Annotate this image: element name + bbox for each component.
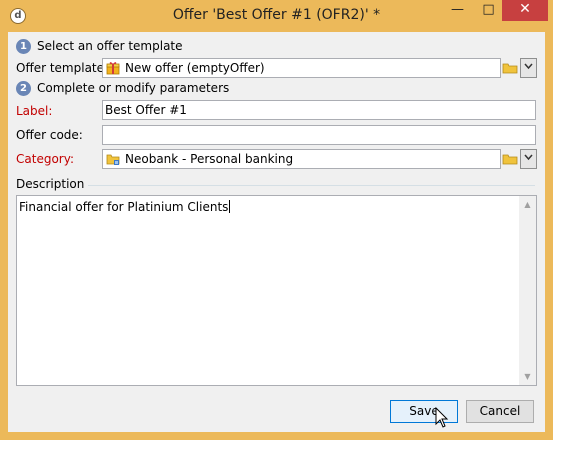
close-button[interactable]: ✕ <box>502 0 548 21</box>
label-input[interactable]: Best Offer #1 <box>102 100 536 120</box>
category-field[interactable]: Neobank - Personal banking <box>102 149 501 169</box>
offer-template-value: New offer (emptyOffer) <box>125 61 265 75</box>
description-textarea[interactable]: Financial offer for Platinium Clients ▲ … <box>16 195 537 386</box>
mouse-cursor-icon <box>435 407 449 428</box>
folder-icon[interactable] <box>501 149 519 169</box>
step-2-text: Complete or modify parameters <box>37 81 230 95</box>
offer-template-field[interactable]: New offer (emptyOffer) <box>102 58 501 78</box>
offer-template-icon <box>106 62 120 75</box>
dialog-content: 1 Select an offer template Offer templat… <box>8 32 545 432</box>
scroll-down-icon[interactable]: ▼ <box>519 368 536 385</box>
offer-code-input[interactable] <box>102 125 536 145</box>
maximize-button[interactable]: □ <box>475 0 502 21</box>
offer-code-label: Offer code: <box>16 128 83 142</box>
step-1-text: Select an offer template <box>37 39 183 53</box>
label-input-value: Best Offer #1 <box>105 103 187 117</box>
dialog-window: d Offer 'Best Offer #1 (OFR2)' * — □ ✕ 1… <box>0 0 553 440</box>
label-field-label: Label: <box>16 104 53 118</box>
chevron-down-icon <box>524 154 533 161</box>
offer-template-label: Offer template: <box>16 61 109 75</box>
description-scrollbar[interactable]: ▲ ▼ <box>519 196 536 385</box>
step-2-badge: 2 <box>16 81 31 96</box>
step-1-badge: 1 <box>16 39 31 54</box>
description-divider <box>78 185 535 186</box>
title-bar[interactable]: d Offer 'Best Offer #1 (OFR2)' * — □ ✕ <box>0 0 553 32</box>
offer-template-dropdown-button[interactable] <box>520 58 537 78</box>
category-dropdown-button[interactable] <box>520 149 537 169</box>
description-legend: Description <box>16 177 89 191</box>
minimize-button[interactable]: — <box>444 0 471 21</box>
category-folder-icon <box>106 154 120 165</box>
chevron-down-icon <box>524 63 533 70</box>
folder-icon[interactable] <box>501 58 519 78</box>
category-label: Category: <box>16 152 74 166</box>
cancel-button[interactable]: Cancel <box>466 400 534 423</box>
scroll-up-icon[interactable]: ▲ <box>519 196 536 213</box>
text-caret <box>229 200 231 213</box>
description-text: Financial offer for Platinium Clients <box>19 200 231 214</box>
category-value: Neobank - Personal banking <box>125 152 294 166</box>
